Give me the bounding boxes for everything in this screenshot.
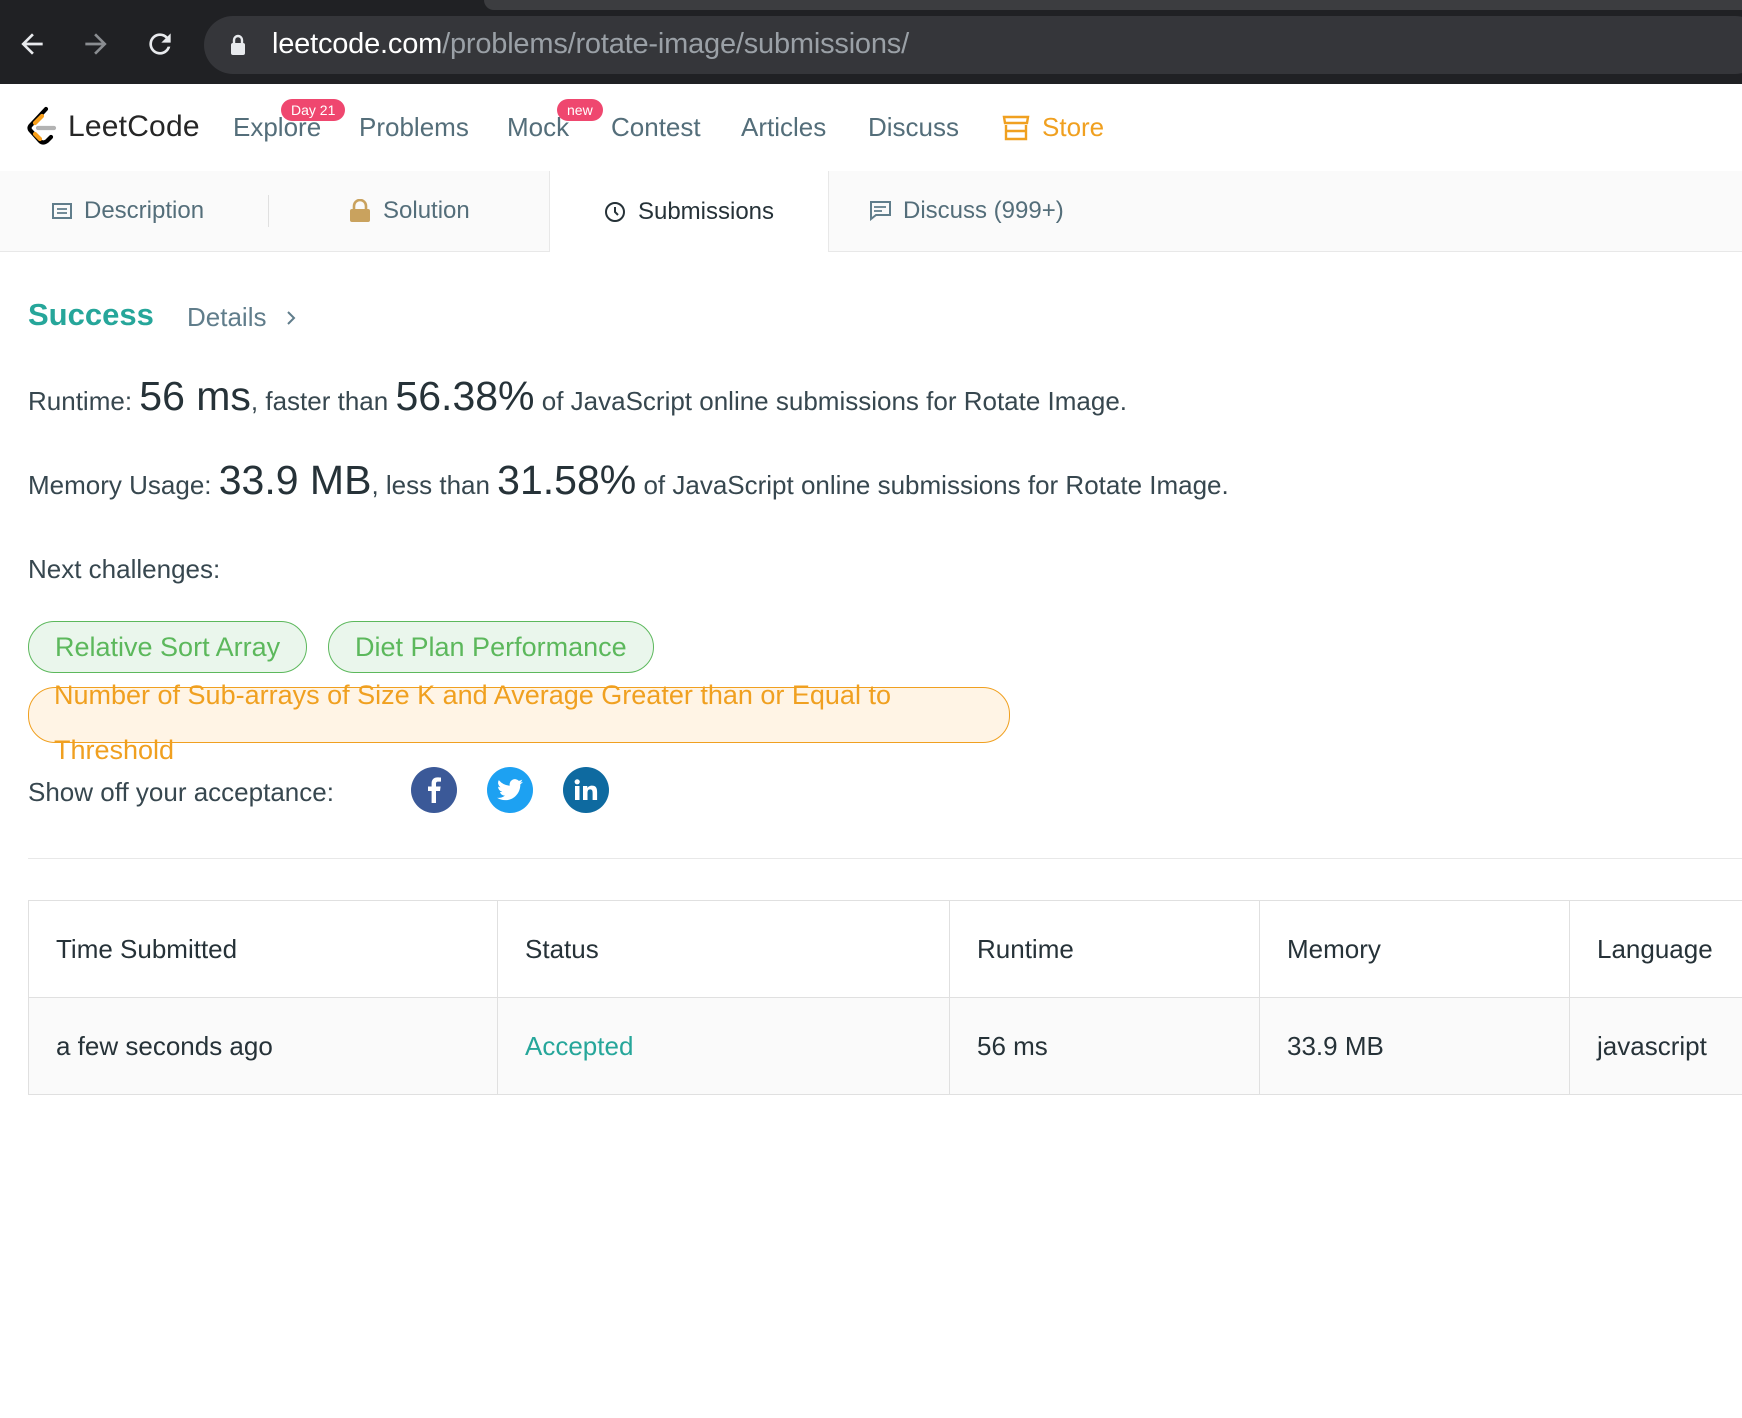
address-bar[interactable]: leetcode.com/problems/rotate-image/submi… [204, 16, 1742, 74]
share-label: Show off your acceptance: [28, 777, 334, 807]
header-time-submitted: Time Submitted [29, 901, 498, 997]
nav-articles-label: Articles [741, 112, 827, 142]
tab-divider [268, 195, 269, 227]
memory-label: Memory Usage: [28, 470, 219, 500]
nav-articles[interactable]: Articles [741, 112, 826, 143]
nav-store[interactable]: Store [1002, 112, 1104, 143]
runtime-label: Runtime: [28, 386, 140, 416]
browser-chrome: leetcode.com/problems/rotate-image/submi… [0, 0, 1742, 84]
header-memory: Memory [1260, 901, 1570, 997]
tab-strip [484, 0, 1742, 10]
memory-comparison: , less than [371, 470, 498, 500]
header-runtime: Runtime [950, 901, 1260, 997]
challenge-relative-sort-array[interactable]: Relative Sort Array [28, 621, 308, 673]
new-badge: new [557, 99, 603, 121]
challenge-diet-plan-performance[interactable]: Diet Plan Performance [328, 621, 654, 673]
submissions-table: Time Submitted Status Runtime Memory Lan… [28, 900, 1742, 1095]
url-path: /problems/rotate-image/submissions/ [442, 28, 909, 60]
runtime-comparison: , faster than [250, 386, 396, 416]
lock-icon [349, 199, 371, 223]
tab-description[interactable]: Description [52, 171, 204, 251]
nav-store-label: Store [1042, 112, 1105, 142]
twitter-share-button[interactable] [487, 767, 533, 813]
section-divider [28, 858, 1742, 859]
runtime-suffix: of JavaScript online submissions for Rot… [534, 386, 1128, 416]
site-header: LeetCode Explore Day 21 Problems Mock ne… [0, 84, 1742, 172]
runtime-stat: Runtime: 56 ms, faster than 56.38% of Ja… [28, 373, 1127, 420]
nav-problems-label: Problems [359, 112, 469, 142]
tab-description-label: Description [84, 197, 205, 224]
details-label: Details [187, 302, 267, 332]
forward-button[interactable] [76, 24, 116, 64]
description-icon [52, 203, 72, 219]
lock-icon [230, 34, 246, 61]
runtime-value: 56 ms [139, 373, 251, 419]
challenge-title: Relative Sort Array [55, 631, 281, 662]
cell-memory: 33.9 MB [1260, 998, 1570, 1094]
tab-discuss[interactable]: Discuss (999+) [869, 171, 1064, 251]
next-challenges-label: Next challenges: [28, 554, 221, 584]
logo-text: LeetCode [68, 110, 200, 143]
nav-contest[interactable]: Contest [611, 112, 701, 143]
nav-problems[interactable]: Problems [359, 112, 469, 143]
url-text: leetcode.com/problems/rotate-image/submi… [272, 28, 909, 61]
tab-solution[interactable]: Solution [349, 171, 470, 251]
facebook-share-button[interactable] [411, 767, 457, 813]
tab-submissions-label: Submissions [637, 197, 775, 225]
tab-solution-label: Solution [383, 197, 470, 224]
url-host: leetcode.com [272, 28, 443, 60]
day-badge: Day 21 [281, 99, 346, 121]
nav-discuss[interactable]: Discuss [868, 112, 959, 143]
linkedin-share-button[interactable] [563, 767, 609, 813]
runtime-percent: 56.38% [395, 373, 535, 419]
linkedin-icon [574, 779, 598, 800]
header-language: Language [1597, 933, 1713, 964]
cell-runtime: 56 ms [950, 998, 1260, 1094]
twitter-icon [497, 779, 523, 801]
problem-tabs: Description Solution Submissions Discuss… [0, 171, 1742, 252]
clock-icon [604, 201, 626, 223]
nav-contest-label: Contest [611, 112, 701, 142]
details-link[interactable]: Details [187, 302, 296, 333]
facebook-icon [428, 777, 441, 803]
memory-suffix: of JavaScript online submissions for Rot… [636, 470, 1229, 500]
tab-submissions[interactable]: Submissions [549, 171, 829, 252]
cell-language: javascript [1597, 1030, 1707, 1061]
reload-icon [149, 33, 171, 55]
table-header-row: Time Submitted Status Runtime Memory Lan… [29, 901, 1742, 998]
challenge-title: Number of Sub-arrays of Size K and Avera… [54, 680, 891, 765]
header-status: Status [498, 901, 950, 997]
arrow-right-icon [85, 33, 107, 55]
memory-stat: Memory Usage: 33.9 MB, less than 31.58% … [28, 457, 1229, 504]
back-button[interactable] [12, 24, 52, 64]
leetcode-logo[interactable]: LeetCode [26, 106, 200, 148]
store-icon [1002, 115, 1030, 140]
nav-discuss-label: Discuss [868, 112, 960, 142]
comment-icon [869, 201, 891, 221]
submission-status: Success [28, 297, 154, 332]
memory-percent: 31.58% [497, 457, 637, 503]
memory-value: 33.9 MB [218, 457, 372, 503]
cell-time-submitted: a few seconds ago [29, 998, 498, 1094]
leetcode-logo-icon [27, 106, 57, 145]
arrow-left-icon [21, 33, 43, 55]
chevron-right-icon [286, 302, 296, 333]
cell-status-link[interactable]: Accepted [498, 998, 950, 1094]
reload-button[interactable] [140, 24, 180, 64]
challenge-title: Diet Plan Performance [355, 631, 627, 662]
tab-discuss-label: Discuss (999+) [903, 197, 1064, 224]
table-row[interactable]: a few seconds ago Accepted 56 ms 33.9 MB… [29, 998, 1742, 1095]
